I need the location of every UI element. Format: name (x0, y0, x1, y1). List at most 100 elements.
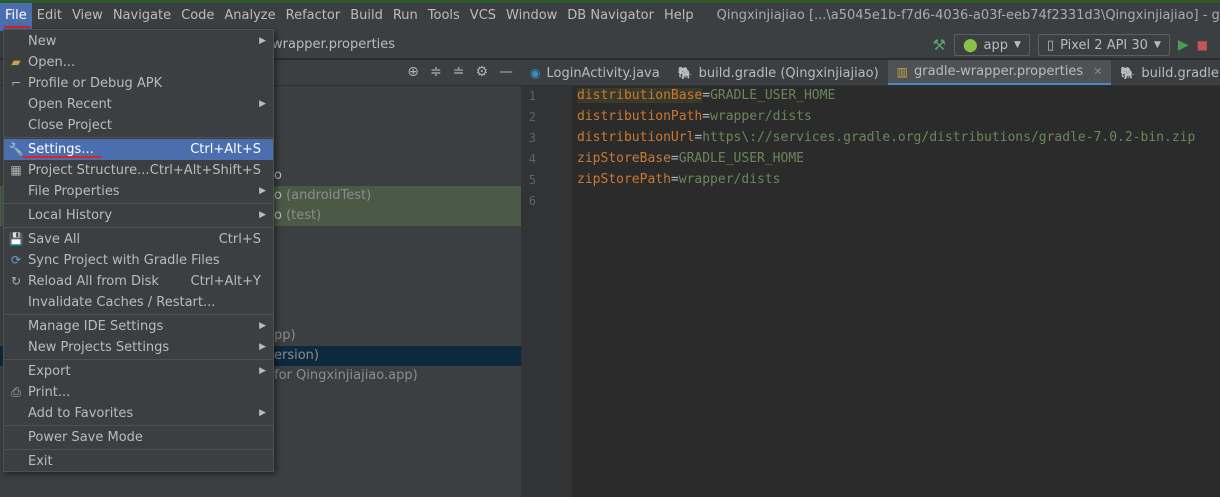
gradle-icon: 🐘 (1120, 66, 1136, 80)
chevron-down-icon: ▼ (1153, 40, 1161, 50)
property-key: distributionBase (577, 88, 703, 103)
property-key: distributionUrl (577, 130, 695, 145)
menu-item-export[interactable]: Export ▶ (4, 361, 273, 382)
code-line: distributionPath=wrapper/dists (577, 109, 812, 124)
sync-gradle-icon: ⟳ (10, 253, 22, 267)
menu-help[interactable]: Help (659, 0, 699, 31)
menu-item-shortcut: Ctrl+Alt+Y (190, 274, 261, 289)
folder-icon: ▰ (11, 55, 21, 69)
line-number: 6 (528, 194, 536, 208)
menu-item-label: Close Project (28, 118, 113, 133)
expand-all-icon[interactable]: ≑ (430, 64, 442, 80)
menu-separator (4, 425, 273, 426)
menu-item-file-properties[interactable]: File Properties ▶ (4, 181, 273, 202)
menu-item-save-all[interactable]: 💾 Save All Ctrl+S (4, 229, 273, 250)
property-separator: = (670, 151, 679, 166)
menu-code[interactable]: Code (176, 0, 219, 31)
menu-item-shortcut: Ctrl+Alt+Shift+S (149, 163, 261, 178)
menu-item-label: Exit (28, 454, 53, 469)
menu-separator (4, 359, 273, 360)
tab-login-activity[interactable]: ◉ LoginActivity.java (521, 60, 669, 85)
menu-bar: File Edit View Navigate Code Analyze Ref… (0, 0, 1220, 31)
locate-icon[interactable]: ⊕ (407, 64, 419, 80)
tab-label: build.gradle (:app) (1141, 65, 1220, 81)
menu-item-label: Profile or Debug APK (28, 76, 163, 91)
close-icon[interactable]: ✕ (1093, 65, 1102, 78)
line-number: 1 (528, 89, 536, 103)
submenu-arrow-icon: ▶ (259, 36, 266, 46)
run-play-icon[interactable]: ▶ (1178, 37, 1189, 53)
menu-item-new[interactable]: New ▶ (4, 31, 273, 52)
menu-refactor[interactable]: Refactor (281, 0, 346, 31)
code-line: zipStoreBase=GRADLE_USER_HOME (577, 151, 804, 166)
menu-item-close-project[interactable]: Close Project (4, 115, 273, 136)
menu-tools[interactable]: Tools (423, 0, 465, 31)
menu-run[interactable]: Run (388, 0, 423, 31)
submenu-arrow-icon: ▶ (259, 366, 266, 376)
editor-tabs: ◉ LoginActivity.java 🐘 build.gradle (Qin… (521, 60, 1220, 86)
menu-build[interactable]: Build (345, 0, 388, 31)
menu-item-shortcut: Ctrl+Alt+S (190, 142, 261, 157)
submenu-arrow-icon: ▶ (259, 408, 266, 418)
menu-separator (4, 227, 273, 228)
menu-item-open[interactable]: ▰ Open... (4, 52, 273, 73)
menu-item-manage-ide-settings[interactable]: Manage IDE Settings ▶ (4, 316, 273, 337)
menu-navigate[interactable]: Navigate (108, 0, 176, 31)
properties-icon: ▥ (896, 64, 909, 79)
chevron-down-icon: ▼ (1014, 40, 1021, 50)
menu-item-shortcut: Ctrl+S (218, 232, 261, 247)
menu-item-project-structure[interactable]: ▦ Project Structure... Ctrl+Alt+Shift+S (4, 160, 273, 181)
menu-item-open-recent[interactable]: Open Recent ▶ (4, 94, 273, 115)
menu-item-power-save[interactable]: Power Save Mode (4, 427, 273, 448)
tree-item-label: o (274, 168, 282, 183)
profile-icon: ⌐ (10, 76, 22, 90)
menu-view[interactable]: View (67, 0, 108, 31)
code-line: zipStorePath=wrapper/dists (577, 172, 781, 187)
build-hammer-icon[interactable]: ⚒ (933, 36, 946, 54)
tab-build-gradle-app[interactable]: 🐘 build.gradle (:app) (1111, 60, 1220, 85)
menu-item-label: Open... (28, 55, 76, 70)
tab-build-gradle-project[interactable]: 🐘 build.gradle (Qingxinjiajiao) (669, 60, 888, 85)
minimize-icon[interactable]: — (499, 64, 513, 80)
tree-item-label: o (274, 188, 282, 203)
menu-item-label: Sync Project with Gradle Files (28, 253, 220, 268)
menu-separator (4, 203, 273, 204)
collapse-all-icon[interactable]: ≐ (453, 64, 465, 80)
menu-item-profile-apk[interactable]: ⌐ Profile or Debug APK (4, 73, 273, 94)
menu-item-label: Save All (28, 232, 81, 247)
project-structure-icon: ▦ (10, 163, 22, 177)
menu-item-label: Project Structure... (28, 163, 150, 178)
property-separator: = (702, 109, 711, 124)
menu-item-invalidate-caches[interactable]: Invalidate Caches / Restart... (4, 292, 273, 313)
menu-item-label: Local History (28, 208, 113, 223)
menu-item-local-history[interactable]: Local History ▶ (4, 205, 273, 226)
breadcrumb[interactable]: wrapper.properties (272, 37, 395, 52)
menu-item-exit[interactable]: Exit (4, 451, 273, 472)
reload-icon: ↻ (10, 274, 22, 288)
property-separator: = (670, 172, 679, 187)
menu-item-new-projects-settings[interactable]: New Projects Settings ▶ (4, 337, 273, 358)
gear-icon[interactable]: ⚙ (475, 64, 488, 80)
menu-db-navigator[interactable]: DB Navigator (562, 0, 659, 31)
tree-item-label: pp) (274, 328, 296, 343)
menu-item-add-favorites[interactable]: Add to Favorites ▶ (4, 403, 273, 424)
tab-gradle-wrapper-properties[interactable]: ▥ gradle-wrapper.properties ✕ (887, 60, 1112, 85)
menu-vcs[interactable]: VCS (465, 0, 501, 31)
debug-icon[interactable]: ■ (1197, 38, 1208, 52)
device-label: Pixel 2 API 30 (1060, 37, 1148, 53)
menu-item-reload-disk[interactable]: ↻ Reload All from Disk Ctrl+Alt+Y (4, 271, 273, 292)
menu-separator (4, 449, 273, 450)
menu-item-sync-gradle[interactable]: ⟳ Sync Project with Gradle Files (4, 250, 273, 271)
code-editor[interactable]: distributionBase=GRADLE_USER_HOME distri… (572, 86, 1220, 497)
run-config-dropdown[interactable]: ⬤ app ▼ (953, 34, 1030, 56)
save-icon: 💾 (8, 232, 24, 246)
menu-item-label: Manage IDE Settings (28, 319, 164, 334)
property-value: GRADLE_USER_HOME (678, 151, 804, 166)
menu-window[interactable]: Window (501, 0, 562, 31)
menu-item-print[interactable]: ⎙ Print... (4, 382, 273, 403)
submenu-arrow-icon: ▶ (259, 321, 266, 331)
property-key: zipStoreBase (577, 151, 671, 166)
menu-analyze[interactable]: Analyze (219, 0, 280, 31)
menu-edit[interactable]: Edit (32, 0, 67, 31)
device-dropdown[interactable]: ▯ Pixel 2 API 30 ▼ (1037, 34, 1170, 56)
